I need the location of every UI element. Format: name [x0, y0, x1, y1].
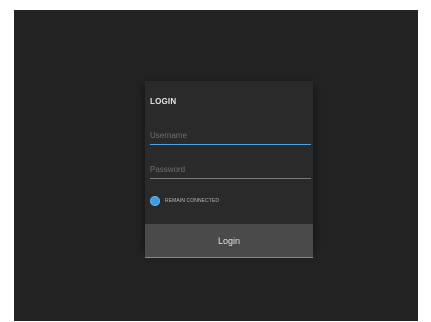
login-button[interactable]: Login [145, 224, 313, 258]
remain-connected-label: REMAIN CONNECTED [165, 198, 220, 204]
password-input[interactable] [150, 160, 311, 179]
remain-connected-toggle[interactable]: REMAIN CONNECTED [150, 195, 219, 207]
remain-connected-radio-icon[interactable] [150, 196, 160, 206]
username-input[interactable] [150, 126, 311, 145]
login-title: LOGIN [150, 97, 177, 106]
login-card: LOGIN REMAIN CONNECTED Login [145, 81, 313, 258]
app-screen: LOGIN REMAIN CONNECTED Login [14, 10, 418, 321]
